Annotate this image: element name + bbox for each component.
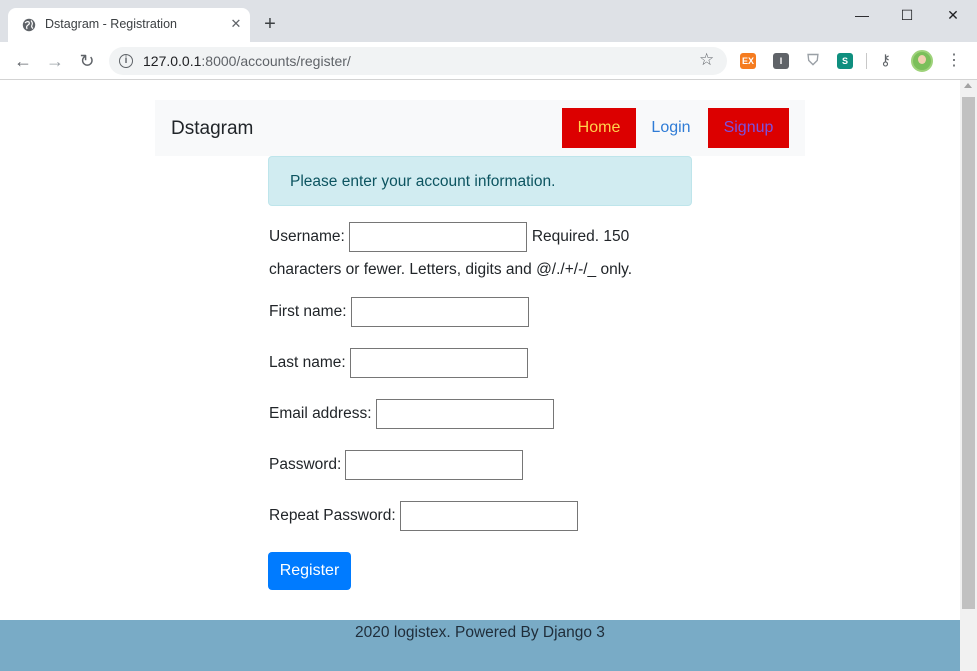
username-helptext-continued: characters or fewer. Letters, digits and…	[269, 261, 633, 278]
back-arrow-icon[interactable]: ←	[9, 47, 37, 75]
scrollbar-thumb[interactable]	[962, 97, 975, 609]
password-input[interactable]	[345, 450, 524, 480]
url-path: :8000/accounts/register/	[201, 53, 351, 69]
repeat-password-row: Repeat Password:	[269, 501, 578, 531]
url-host: 127.0.0.1	[143, 53, 202, 69]
brand-link[interactable]: Dstagram	[171, 118, 253, 140]
extension-i-icon[interactable]: I	[773, 53, 789, 69]
info-alert: Please enter your account information.	[268, 156, 692, 206]
site-navbar: Dstagram Home Login Signup	[155, 100, 805, 156]
extension-shield-icon[interactable]: ⛉	[805, 53, 821, 69]
password-row: Password:	[269, 450, 524, 480]
menu-dots-icon[interactable]: ⋮	[946, 50, 962, 72]
username-label: Username:	[269, 228, 345, 245]
scroll-up-arrow-icon[interactable]	[964, 83, 972, 88]
first-name-row: First name:	[269, 297, 529, 327]
nav-login-link[interactable]: Login	[645, 108, 697, 148]
tab-title: Dstagram - Registration	[45, 17, 177, 31]
browser-toolbar: ← → ↻ i 127.0.0.1:8000/accounts/register…	[0, 42, 977, 80]
footer-text: 2020 logistex. Powered By Django 3	[355, 624, 605, 641]
register-button[interactable]: Register	[268, 552, 351, 590]
site-footer: 2020 logistex. Powered By Django 3	[0, 620, 960, 671]
repeat-password-input[interactable]	[399, 501, 578, 531]
profile-avatar[interactable]	[911, 50, 933, 72]
page-viewport: Dstagram Home Login Signup Please enter …	[0, 80, 960, 671]
title-bar: Dstagram - Registration ✕ + — ☐ ✕	[0, 0, 977, 42]
username-input[interactable]	[348, 222, 527, 252]
email-row: Email address:	[269, 399, 554, 429]
minimize-window-button[interactable]: —	[839, 0, 885, 30]
address-bar[interactable]: i 127.0.0.1:8000/accounts/register/ ☆	[109, 47, 727, 75]
last-name-row: Last name:	[269, 348, 528, 378]
reload-icon[interactable]: ↻	[73, 47, 101, 75]
nav-signup-link[interactable]: Signup	[708, 108, 789, 148]
repeat-password-label: Repeat Password:	[269, 507, 396, 524]
bookmark-star-icon[interactable]: ☆	[699, 50, 714, 70]
email-input[interactable]	[375, 399, 554, 429]
username-row: Username: Required. 150	[269, 222, 629, 252]
new-tab-button[interactable]: +	[258, 12, 282, 36]
close-window-button[interactable]: ✕	[930, 0, 976, 30]
tab-close-icon[interactable]: ✕	[226, 14, 246, 34]
extension-ex-icon[interactable]: EX	[740, 53, 756, 69]
last-name-input[interactable]	[349, 348, 528, 378]
browser-tab[interactable]: Dstagram - Registration ✕	[8, 8, 250, 42]
first-name-input[interactable]	[350, 297, 529, 327]
password-label: Password:	[269, 456, 342, 473]
vertical-scrollbar[interactable]	[960, 80, 977, 671]
last-name-label: Last name:	[269, 354, 346, 371]
extension-s-icon[interactable]: S	[837, 53, 853, 69]
username-helptext: Required. 150	[531, 228, 630, 245]
key-icon[interactable]: ⚷	[880, 51, 891, 69]
forward-arrow-icon[interactable]: →	[41, 47, 69, 75]
nav-home-link[interactable]: Home	[562, 108, 636, 148]
maximize-window-button[interactable]: ☐	[884, 0, 930, 30]
first-name-label: First name:	[269, 303, 347, 320]
toolbar-divider	[866, 53, 867, 69]
email-label: Email address:	[269, 405, 372, 422]
url-text[interactable]: 127.0.0.1:8000/accounts/register/	[143, 53, 351, 69]
site-info-icon[interactable]: i	[119, 54, 133, 68]
globe-icon	[22, 18, 36, 32]
